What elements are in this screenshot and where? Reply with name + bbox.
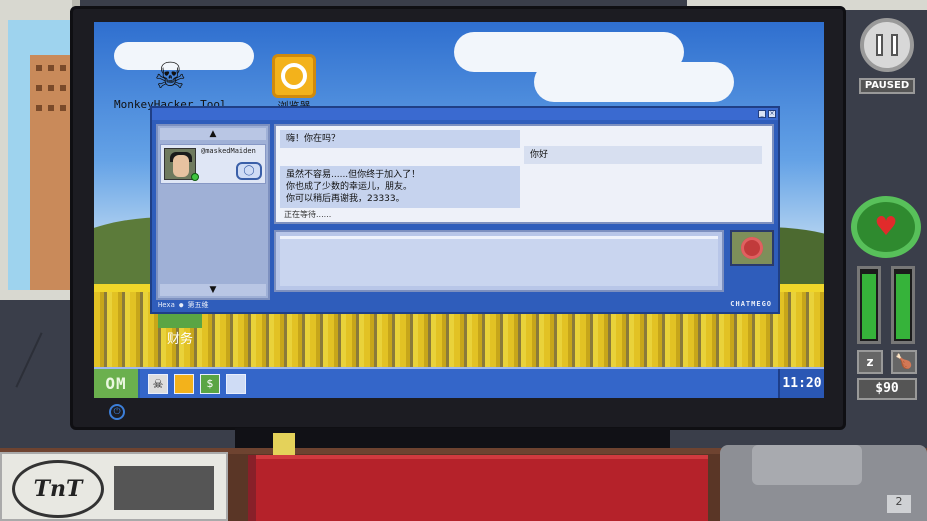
room-window <box>0 0 80 300</box>
scroll-up-icon[interactable]: ▲ <box>160 128 266 140</box>
chat-titlebar[interactable]: _ × <box>152 108 778 120</box>
taskbar: OM ☠ $ 11:20 <box>94 367 824 398</box>
heart-icon: ♥ <box>874 212 898 242</box>
phone-key: 2 <box>887 495 911 513</box>
message-incoming: 嗨！你在吗？ <box>280 130 520 148</box>
taskbar-finance-icon[interactable]: $ <box>200 374 220 394</box>
pause-icon <box>876 34 898 56</box>
message-history[interactable]: 嗨！你在吗？ 你好 虽然不容易......但你终于加入了！ 你也成了少数的幸运儿… <box>274 124 774 224</box>
sleep-icon[interactable]: z <box>857 350 883 374</box>
food-icon[interactable]: 🍗 <box>891 350 917 374</box>
scroll-down-icon[interactable]: ▼ <box>160 284 266 296</box>
tnt-card-block <box>114 466 214 510</box>
desktop-icon-finance[interactable]: 财务 <box>158 314 202 347</box>
monkey-icon: ☠ <box>154 55 187 97</box>
pause-button[interactable] <box>860 18 914 72</box>
contact-list: ▲ @maskedMaiden ◯ ▼ <box>156 124 270 300</box>
hunger-bar-fill <box>896 274 910 339</box>
message-input[interactable] <box>274 230 724 292</box>
message-input-field[interactable] <box>280 236 718 286</box>
chat-footer: Hexa ● 第五维 CHATMEGO <box>152 298 778 312</box>
sleep-bar <box>857 266 881 344</box>
tnt-card[interactable]: TnT <box>0 452 228 521</box>
footer-username: Hexa ● 第五维 <box>158 301 209 309</box>
minimize-icon[interactable]: _ <box>758 110 766 118</box>
notebook-binding <box>248 455 256 521</box>
contact-name: @maskedMaiden <box>201 147 256 155</box>
chat-window: _ × ▲ @maskedMaiden ◯ ▼ 嗨！你在吗？ 你好 虽然不容易.… <box>150 106 780 314</box>
browser-icon <box>272 54 316 98</box>
hunger-bar <box>891 266 915 344</box>
money-display: $90 <box>857 378 917 400</box>
phone-handset[interactable] <box>752 445 862 485</box>
monitor-stand <box>235 428 670 448</box>
start-button[interactable]: OM <box>94 369 140 398</box>
building-outside <box>30 55 72 290</box>
flower-avatar-icon <box>730 230 774 266</box>
red-notebook[interactable] <box>248 455 708 521</box>
open-chat-button[interactable]: ◯ <box>236 162 262 180</box>
power-icon[interactable]: ⏻ <box>109 404 125 420</box>
message-line: 你也成了少数的幸运儿，朋友。 <box>286 182 413 192</box>
typing-status: 正在等待...... <box>284 210 332 219</box>
taskbar-monkey-icon[interactable]: ☠ <box>148 374 168 394</box>
tnt-logo: TnT <box>12 460 104 518</box>
message-line: 你可以稍后再谢我，23333。 <box>286 194 405 204</box>
paused-label: PAUSED <box>859 78 915 94</box>
taskbar-browser-icon[interactable] <box>174 374 194 394</box>
contact-item[interactable]: @maskedMaiden ◯ <box>160 144 266 184</box>
taskbar-chat-icon[interactable] <box>226 374 246 394</box>
finance-icon <box>158 314 202 328</box>
taskbar-clock: 11:20 <box>778 369 824 398</box>
online-status-icon <box>191 173 199 181</box>
sticky-note[interactable] <box>273 433 295 455</box>
desktop-icon-monkey[interactable]: ☠ MonkeyHacker Tool <box>114 54 227 112</box>
desktop-icon-finance-label: 财务 <box>166 332 193 347</box>
message-outgoing: 你好 <box>524 146 762 164</box>
health-meter: ♥ <box>851 196 921 258</box>
chat-brand: CHATMEGO <box>730 300 772 308</box>
message-line: 虽然不容易......但你终于加入了！ <box>286 170 421 180</box>
sleep-bar-fill <box>862 274 876 339</box>
desktop-icon-browser[interactable]: 浏览器 <box>272 54 316 114</box>
message-incoming: 虽然不容易......但你终于加入了！ 你也成了少数的幸运儿，朋友。 你可以稍后… <box>280 166 520 208</box>
close-icon[interactable]: × <box>768 110 776 118</box>
